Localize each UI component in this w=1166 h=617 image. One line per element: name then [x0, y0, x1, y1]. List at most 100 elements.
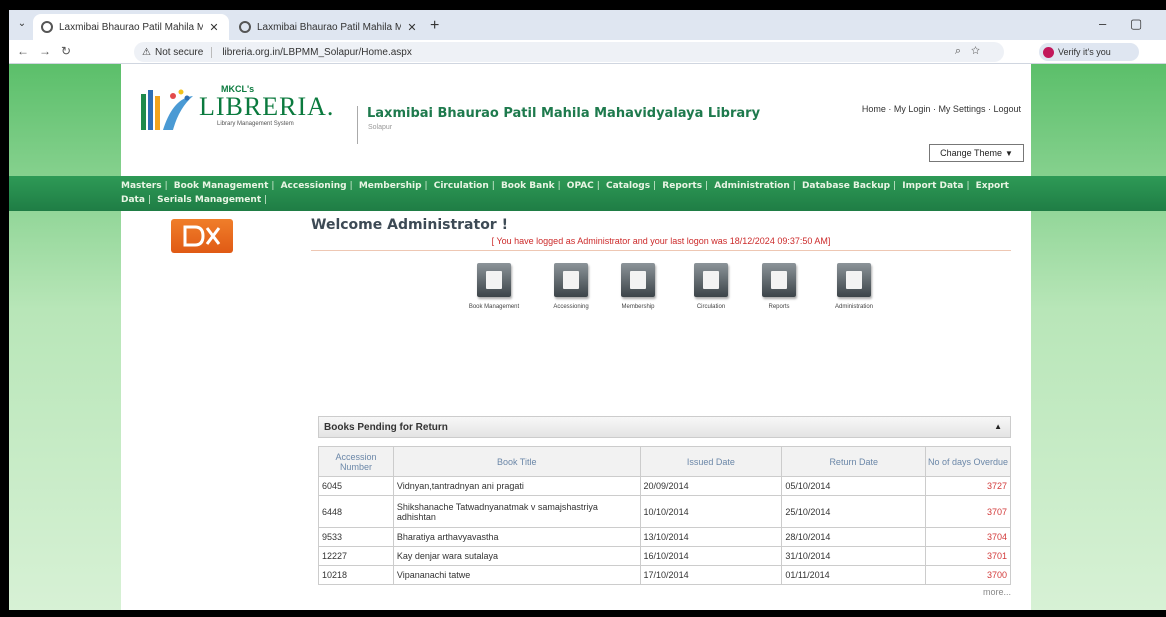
top-links: Home · My Login · My Settings · Logout	[861, 104, 1021, 114]
new-tab-icon[interactable]: +	[430, 17, 439, 35]
close-tab-icon[interactable]: ✕	[405, 21, 419, 34]
return-cell: 25/10/2014	[781, 495, 927, 528]
header-divider	[357, 106, 358, 144]
menu-item-database-backup[interactable]: Database Backup	[802, 181, 890, 191]
issued-cell: 17/10/2014	[639, 565, 783, 585]
tab-title: Laxmibai Bhaurao Patil Mahila Mahavidyal…	[59, 21, 203, 33]
shortcut-label: Circulation	[696, 304, 726, 310]
column-accession: Accession Number	[318, 446, 394, 477]
membership-shortcut[interactable]: Membership	[608, 263, 668, 311]
issued-cell: 13/10/2014	[639, 527, 783, 547]
profile-alert-icon	[1043, 46, 1054, 58]
browser-tab[interactable]: Laxmibai Bhaurao Patil Mahila Mahavidyal…	[231, 14, 427, 40]
administration-shortcut[interactable]: Administration	[824, 263, 884, 311]
logo-name: LIBRERIA.	[199, 92, 335, 121]
reports-icon	[762, 263, 796, 297]
globe-icon	[239, 21, 251, 33]
menu-item-reports[interactable]: Reports	[662, 181, 702, 191]
main-menu: Masters | Book Management | Accessioning | …	[9, 176, 1166, 211]
change-theme-label: Change Theme	[940, 148, 1002, 158]
column-days-overdue: No of days Overdue	[925, 446, 1011, 477]
circulation-shortcut[interactable]: Circulation	[681, 263, 741, 311]
menu-item-import-data[interactable]: Import Data	[902, 181, 963, 191]
title-cell: Kay denjar wara sutalaya	[392, 546, 641, 566]
books-logo-icon	[141, 89, 193, 130]
home-link[interactable]: Home	[862, 104, 886, 114]
browser-tab-active[interactable]: Laxmibai Bhaurao Patil Mahila Mahavidyal…	[33, 14, 229, 40]
accession-cell: 6448	[318, 495, 394, 528]
table-row: 9533 Bharatiya arthavyavastha 13/10/2014…	[318, 527, 1011, 547]
warning-icon[interactable]: ⚠	[142, 47, 151, 58]
menu-item-book-bank[interactable]: Book Bank	[501, 181, 555, 191]
accessioning-shortcut[interactable]: Accessioning	[541, 263, 601, 311]
close-tab-icon[interactable]: ✕	[207, 21, 221, 34]
title-cell: Vidnyan,tantradnyan ani pragati	[392, 476, 641, 496]
column-issued-date: Issued Date	[639, 446, 783, 477]
issued-cell: 20/09/2014	[639, 476, 783, 496]
menu-item-opac[interactable]: OPAC	[567, 181, 594, 191]
title-cell: Bharatiya arthavyavastha	[392, 527, 641, 547]
minimize-icon[interactable]: –	[1099, 16, 1106, 31]
menu-item-catalogs[interactable]: Catalogs	[606, 181, 650, 191]
accession-cell: 6045	[318, 476, 394, 496]
table-row: 12227 Kay denjar wara sutalaya 16/10/201…	[318, 546, 1011, 566]
panel-title: Books Pending for Return	[324, 421, 448, 433]
zoom-bookmark-icons[interactable]: ⌕☆	[955, 45, 990, 58]
logout-link[interactable]: Logout	[993, 104, 1021, 114]
collapse-icon[interactable]: ▲	[994, 422, 1002, 431]
return-cell: 28/10/2014	[781, 527, 927, 547]
dc-logo	[171, 219, 233, 253]
menu-item-book-management[interactable]: Book Management	[174, 181, 269, 191]
shortcut-label: Accessioning	[553, 304, 589, 310]
browser-window: ⌄ Laxmibai Bhaurao Patil Mahila Mahavidy…	[9, 10, 1166, 610]
menu-item-masters[interactable]: Masters	[121, 181, 162, 191]
dc-logo-icon	[183, 225, 221, 247]
book-management-icon	[477, 263, 511, 297]
issued-cell: 16/10/2014	[639, 546, 783, 566]
not-secure-label[interactable]: Not secure	[155, 46, 213, 58]
tab-title: Laxmibai Bhaurao Patil Mahila Mahavidyal…	[257, 21, 401, 33]
maximize-icon[interactable]: ▢	[1130, 16, 1142, 32]
browser-toolbar: ← → ↻ ⚠ Not secure libreria.org.in/LBPMM…	[9, 40, 1166, 64]
profile-label: Verify it's you	[1058, 47, 1111, 57]
menu-item-administration[interactable]: Administration	[714, 181, 790, 191]
reports-shortcut[interactable]: Reports	[749, 263, 809, 311]
page-content: MKCL's LIBRERIA. Library Management Syst…	[9, 64, 1166, 610]
tab-strip: ⌄ Laxmibai Bhaurao Patil Mahila Mahavidy…	[9, 10, 1166, 40]
table-row: 6448 Shikshanache Tatwadnyanatmak v sama…	[318, 495, 1011, 528]
reload-icon[interactable]: ↻	[61, 44, 71, 58]
column-book-title: Book Title	[392, 446, 641, 477]
url-text[interactable]: libreria.org.in/LBPMM_Solapur/Home.aspx	[222, 47, 412, 58]
shortcut-label: Membership	[621, 304, 655, 310]
table-header-row: Accession Number Book Title Issued Date …	[318, 446, 1011, 477]
column-return-date: Return Date	[781, 446, 927, 477]
overdue-cell: 3700	[925, 565, 1011, 585]
back-icon[interactable]: ←	[17, 44, 29, 58]
accession-cell: 12227	[318, 546, 394, 566]
my-settings-link[interactable]: My Settings	[938, 104, 985, 114]
more-link[interactable]: more...	[318, 585, 1011, 597]
overdue-cell: 3704	[925, 527, 1011, 547]
library-city: Solapur	[368, 124, 393, 131]
menu-item-serials-management[interactable]: Serials Management	[157, 195, 261, 205]
issued-cell: 10/10/2014	[639, 495, 783, 528]
pending-returns-table: Accession Number Book Title Issued Date …	[318, 446, 1011, 585]
book-management-shortcut[interactable]: Book Management	[464, 263, 524, 311]
libreria-logo[interactable]: MKCL's LIBRERIA. Library Management Syst…	[139, 82, 335, 134]
address-bar[interactable]: ⚠ Not secure libreria.org.in/LBPMM_Solap…	[134, 42, 1004, 62]
menu-item-membership[interactable]: Membership	[359, 181, 422, 191]
table-row: 10218 Vipananachi tatwe 17/10/2014 01/11…	[318, 565, 1011, 585]
menu-item-circulation[interactable]: Circulation	[434, 181, 489, 191]
overdue-cell: 3701	[925, 546, 1011, 566]
forward-icon[interactable]: →	[39, 44, 51, 58]
change-theme-button[interactable]: Change Theme ▼	[929, 144, 1024, 162]
library-name: Laxmibai Bhaurao Patil Mahila Mahavidyal…	[367, 106, 761, 121]
accession-cell: 9533	[318, 527, 394, 547]
my-login-link[interactable]: My Login	[894, 104, 931, 114]
return-cell: 31/10/2014	[781, 546, 927, 566]
globe-icon	[41, 21, 53, 33]
profile-button[interactable]: Verify it's you	[1039, 43, 1139, 61]
accessioning-icon	[554, 263, 588, 297]
menu-item-accessioning[interactable]: Accessioning	[281, 181, 347, 191]
tab-search-icon[interactable]: ⌄	[13, 18, 31, 34]
